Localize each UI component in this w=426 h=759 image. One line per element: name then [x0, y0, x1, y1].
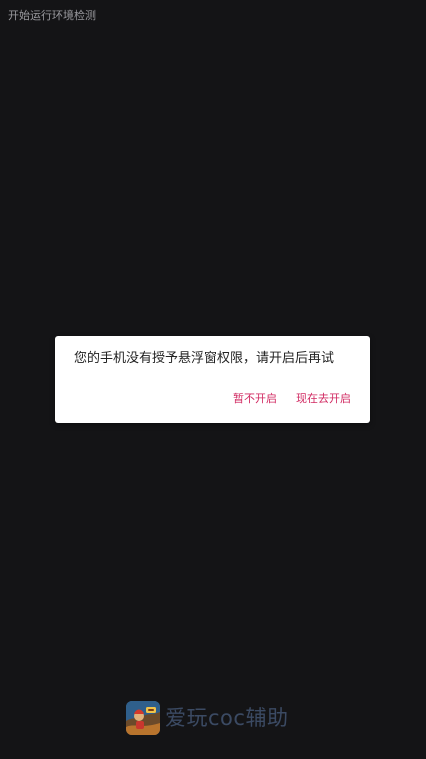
- dialog-actions: 暂不开启 现在去开启: [233, 392, 351, 406]
- permission-dialog: 您的手机没有授予悬浮窗权限，请开启后再试 暂不开启 现在去开启: [55, 336, 370, 423]
- status-text: 开始运行环境检测: [8, 9, 96, 22]
- enable-now-button[interactable]: 现在去开启: [296, 392, 351, 406]
- dialog-message: 您的手机没有授予悬浮窗权限，请开启后再试: [74, 351, 335, 366]
- brand-footer: 爱玩coc辅助: [126, 700, 288, 736]
- game-app-icon: [126, 701, 160, 735]
- not-now-button[interactable]: 暂不开启: [233, 392, 277, 406]
- brand-name: 爱玩coc辅助: [165, 706, 289, 730]
